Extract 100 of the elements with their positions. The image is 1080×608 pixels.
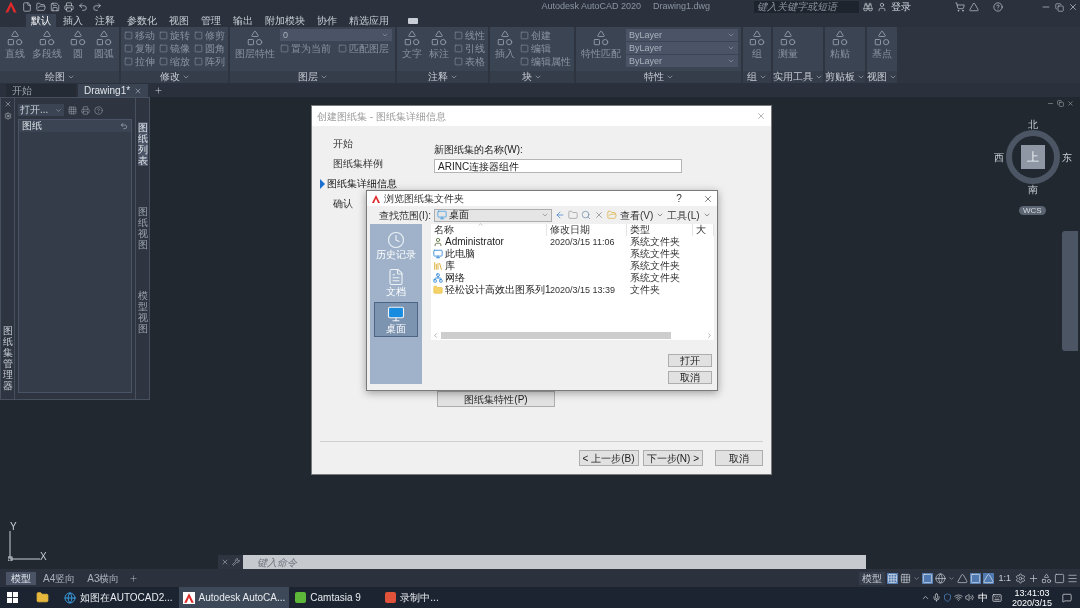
scale-button[interactable]: 1:1 (996, 571, 1013, 585)
settings-icon[interactable] (3, 112, 12, 120)
view-menu-button[interactable]: 查看(V) (620, 207, 654, 223)
add-layout-icon[interactable] (129, 573, 139, 583)
clock-date[interactable]: 2020/3/15 (1011, 597, 1052, 608)
input-method-indicator[interactable]: 中 (975, 590, 990, 605)
user-icon[interactable] (877, 2, 887, 12)
sign-in-button[interactable]: 登录 (891, 1, 951, 13)
search-field[interactable]: 键入关键字或短语 (754, 1, 859, 13)
redo-icon[interactable] (92, 2, 102, 12)
caret-icon[interactable] (815, 73, 823, 81)
layout-tab[interactable]: A4竖向 (38, 571, 81, 585)
caret-icon[interactable] (759, 73, 767, 81)
scroll-left-icon[interactable] (432, 331, 439, 339)
column-header[interactable]: 类型 (627, 224, 693, 236)
column-header[interactable]: 大 (693, 224, 714, 236)
sheet-set-properties-button[interactable]: 图纸集特性(P) (437, 391, 555, 407)
minimize-icon[interactable] (1047, 100, 1054, 107)
undo-icon[interactable] (78, 2, 88, 12)
shapes-icon[interactable] (1041, 572, 1052, 584)
ribbon-tab[interactable]: 协作 (312, 14, 342, 27)
palette-tab[interactable]: 图纸列表 (137, 122, 148, 166)
help-icon[interactable] (94, 105, 103, 115)
ribbon-tab[interactable]: 视图 (164, 14, 194, 27)
ribbon-tab[interactable]: 注释 (90, 14, 120, 27)
microphone-icon[interactable] (931, 593, 941, 602)
palette-tab[interactable]: 图纸视图 (137, 206, 148, 250)
menu-icon[interactable] (1067, 572, 1078, 584)
back-icon[interactable] (555, 210, 565, 220)
property-dropdown[interactable]: ByLayer (626, 29, 738, 41)
compass-label[interactable]: 西 (994, 149, 1004, 165)
ribbon-tab[interactable]: 精选应用 (344, 14, 394, 27)
caret-icon[interactable] (702, 211, 711, 219)
printer-icon[interactable] (81, 105, 90, 115)
file-name-cell[interactable]: 库 (431, 260, 547, 272)
ribbon-tab[interactable]: 管理 (196, 14, 226, 27)
tray-expand-icon[interactable] (920, 593, 930, 602)
keyboard-icon[interactable] (991, 592, 1002, 603)
file-name-cell[interactable]: Administrator (431, 236, 547, 248)
caret-icon[interactable] (181, 73, 190, 81)
delete-icon[interactable] (594, 210, 604, 220)
drawing-canvas[interactable] (0, 97, 1080, 569)
palette-tab[interactable]: 模型视图 (137, 290, 148, 334)
ribbon-tab[interactable]: 默认 (26, 14, 56, 27)
wizard-button[interactable]: 下一步(N) > (642, 450, 703, 466)
wizard-button[interactable]: 取消 (715, 450, 763, 466)
dialog-button[interactable]: 打开 (668, 354, 712, 367)
column-header[interactable]: 名称 (431, 224, 547, 236)
cart-icon[interactable] (955, 2, 965, 12)
caret-icon[interactable] (656, 211, 665, 219)
taskbar-item[interactable]: Autodesk AutoCA... (178, 587, 290, 608)
ribbon-tab[interactable]: 参数化 (122, 14, 162, 27)
caret-icon[interactable] (449, 73, 458, 81)
caret-icon[interactable] (319, 73, 328, 81)
shield-icon[interactable] (942, 593, 952, 602)
add-tab-icon[interactable] (154, 86, 163, 95)
restore-icon[interactable] (1055, 2, 1064, 12)
close-icon[interactable] (1067, 100, 1074, 107)
caret-icon[interactable] (948, 574, 956, 582)
search-icon[interactable] (581, 210, 591, 220)
caret-icon[interactable] (534, 73, 542, 81)
folder-icon[interactable] (36, 2, 46, 12)
ribbon-tab[interactable]: 插入 (58, 14, 88, 27)
ribbon-tab[interactable]: 附加模块 (260, 14, 310, 27)
close-icon[interactable] (703, 193, 713, 204)
notification-icon[interactable] (1062, 592, 1072, 603)
folder-icon[interactable] (36, 591, 49, 604)
windows-logo-icon[interactable] (7, 592, 18, 603)
help-button[interactable]: ? (672, 191, 686, 206)
compass-label[interactable]: 北 (1028, 119, 1038, 130)
close-icon[interactable] (756, 111, 766, 121)
grid-icon[interactable] (68, 105, 77, 115)
caret-icon[interactable] (913, 574, 921, 582)
wizard-button[interactable]: < 上一步(B) (578, 450, 639, 466)
sheet-set-name-field[interactable]: ARINC连接器组件 (434, 159, 682, 173)
close-icon[interactable] (134, 86, 142, 95)
wrench-icon[interactable] (232, 558, 240, 566)
settings-icon[interactable] (1015, 572, 1026, 584)
scrollbar-thumb[interactable] (441, 331, 671, 339)
document-tab[interactable]: Drawing1* (78, 84, 148, 97)
compass-label[interactable]: 东 (1062, 149, 1072, 165)
close-icon[interactable] (221, 558, 229, 566)
taskbar-item[interactable]: Camtasia 9 (291, 587, 380, 608)
file-name-cell[interactable]: 此电脑 (431, 248, 547, 260)
caret-icon[interactable] (665, 73, 674, 81)
printer-icon[interactable] (64, 2, 74, 12)
plus-icon[interactable] (1028, 572, 1039, 584)
caret-icon[interactable] (66, 73, 75, 81)
file-name-cell[interactable]: 网络 (431, 272, 547, 284)
layout-tab[interactable]: A3横向 (82, 571, 125, 585)
caret-icon[interactable] (857, 73, 865, 81)
compass-label[interactable]: 南 (1028, 184, 1038, 195)
restore-icon[interactable] (1057, 100, 1064, 107)
close-icon[interactable] (3, 100, 12, 108)
dialog-button[interactable]: 取消 (668, 371, 712, 384)
command-input-field[interactable]: 键入命令 (243, 555, 866, 569)
tools-menu-button[interactable]: 工具(L) (667, 207, 700, 223)
help-icon[interactable] (993, 2, 1003, 12)
save-icon[interactable] (50, 2, 60, 12)
binoculars-icon[interactable] (863, 2, 873, 12)
